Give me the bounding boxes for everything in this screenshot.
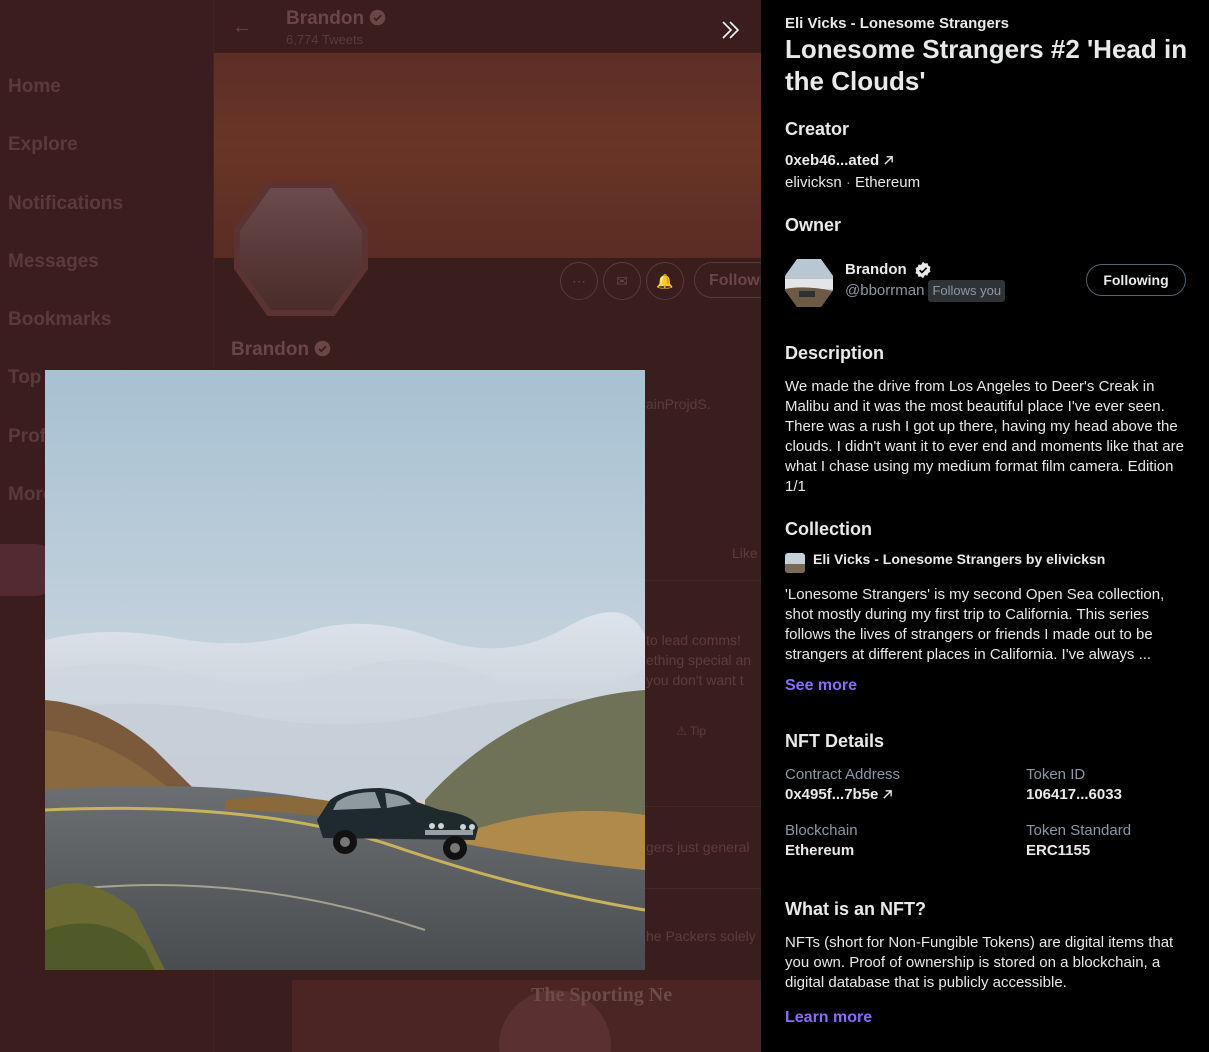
tab-likes: Like xyxy=(732,545,758,561)
sporting-news-title: The Sporting Ne xyxy=(531,984,673,1006)
nav-item-notifications: Notifications xyxy=(8,193,124,214)
tweet-text-line: ething special an xyxy=(646,652,752,668)
external-link-icon xyxy=(884,156,894,165)
creator-address: 0xeb46...ated xyxy=(785,152,880,169)
nft-details-heading: NFT Details xyxy=(785,731,885,751)
owner-handle-row: @bborrman Follows you xyxy=(845,280,1006,302)
see-more-link[interactable]: See more xyxy=(785,677,857,695)
contract-address-value: 0x495f...7b5e xyxy=(785,786,879,803)
separator: · xyxy=(845,174,851,191)
creator-address-link[interactable]: 0xeb46...ated xyxy=(785,152,894,169)
creator-meta: elivicksn · Ethereum xyxy=(785,173,920,193)
blockchain-value: Ethereum xyxy=(785,842,855,859)
bio-fragment: ainProjdS. xyxy=(646,396,711,412)
what-is-nft-heading: What is an NFT? xyxy=(785,899,926,919)
token-id-value: 106417...6033 xyxy=(1026,786,1122,803)
nav-item-home: Home xyxy=(8,76,61,97)
owner-name[interactable]: Brandon xyxy=(845,261,932,279)
collection-thumbnail-image xyxy=(785,553,805,573)
creator-chain: Ethereum xyxy=(855,174,921,191)
token-id-label: Token ID xyxy=(1026,766,1086,783)
description-text: We made the drive from Los Angeles to De… xyxy=(785,378,1184,495)
owner-avatar[interactable] xyxy=(785,259,833,307)
creator-heading: Creator xyxy=(785,119,850,139)
follows-you-badge: Follows you xyxy=(928,280,1006,302)
nft-title: Lonesome Strangers #2 'Head in the Cloud… xyxy=(785,34,1188,96)
verified-icon xyxy=(915,261,931,279)
profile-avatar xyxy=(240,188,362,310)
external-link-icon xyxy=(883,790,893,799)
collection-thumbnail xyxy=(785,553,805,573)
verified-icon xyxy=(370,9,386,26)
nav-item-profile: Prof xyxy=(8,426,46,447)
message-icon: ✉ xyxy=(603,262,641,300)
learn-more-link[interactable]: Learn more xyxy=(785,1009,872,1027)
tweet-text-line: to lead comms! xyxy=(646,632,741,648)
profile-name: Brandon xyxy=(231,339,331,361)
double-chevron-right-icon xyxy=(722,21,740,39)
nft-image xyxy=(45,370,645,970)
verified-icon xyxy=(315,340,331,357)
header-tweet-count: 6,774 Tweets xyxy=(286,32,364,47)
contract-address-label: Contract Address xyxy=(785,766,901,783)
blockchain-label: Blockchain xyxy=(785,822,858,839)
nav-item-top: Top xyxy=(8,367,42,388)
collection-description: 'Lonesome Strangers' is my second Open S… xyxy=(785,586,1165,663)
owner-heading: Owner xyxy=(785,215,842,235)
background-following-button: Followi xyxy=(694,262,761,298)
creator-handle[interactable]: elivicksn xyxy=(785,174,842,191)
avatar-image xyxy=(785,259,833,307)
what-is-nft-text: NFTs (short for Non-Fungible Tokens) are… xyxy=(785,934,1174,991)
profile-header: ← Brandon 6,774 Tweets xyxy=(214,0,761,53)
nft-details-panel: Eli Vicks - Lonesome Strangers Lonesome … xyxy=(761,0,1209,1052)
notify-icon: 🔔 xyxy=(646,262,684,300)
collection-heading: Collection xyxy=(785,519,873,539)
token-standard-label: Token Standard xyxy=(1026,822,1132,839)
more-options-icon: ⋯ xyxy=(560,262,598,300)
back-arrow-icon: ← xyxy=(232,16,252,38)
owner-handle[interactable]: @bborrman xyxy=(845,282,924,299)
tweet-text-line: gers just general xyxy=(646,839,750,855)
contract-address-link[interactable]: 0x495f...7b5e xyxy=(785,786,893,803)
header-name: Brandon xyxy=(286,8,386,30)
collection-line[interactable]: Eli Vicks - Lonesome Strangers xyxy=(785,15,1009,32)
nav-item-bookmarks: Bookmarks xyxy=(8,309,112,330)
collection-name[interactable]: Eli Vicks - Lonesome Strangers by elivic… xyxy=(813,551,1105,567)
nav-item-explore: Explore xyxy=(8,134,78,155)
description-heading: Description xyxy=(785,343,885,363)
token-standard-value: ERC1155 xyxy=(1026,842,1091,859)
tweet-text-line: you don't want t xyxy=(646,672,744,688)
tweet-text-line: he Packers solely xyxy=(646,928,756,944)
collapse-panel-button[interactable] xyxy=(714,14,746,46)
tip-label: ⚠ Tip xyxy=(676,724,707,738)
nav-item-messages: Messages xyxy=(8,251,99,272)
nft-photo-car-above-clouds xyxy=(45,370,645,970)
following-button[interactable]: Following xyxy=(1086,264,1186,296)
